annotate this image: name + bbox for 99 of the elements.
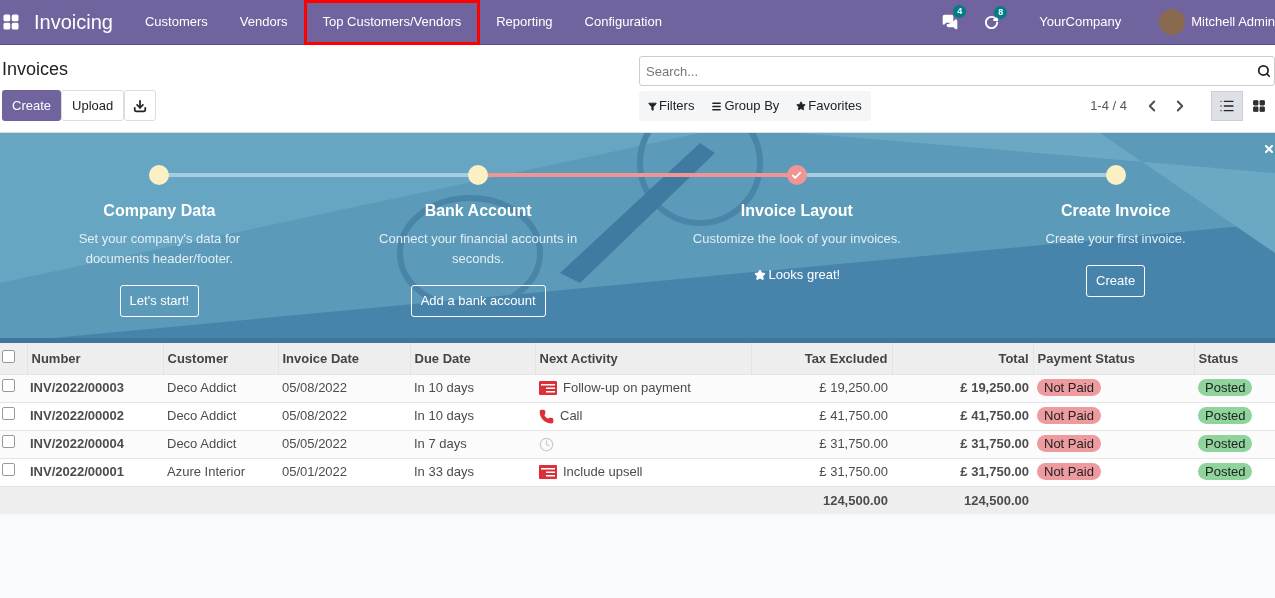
menu-item[interactable]: Customers — [128, 0, 224, 45]
checkbox[interactable] — [2, 379, 15, 393]
filter-dropdown[interactable]: Filters — [648, 96, 695, 116]
phone-icon[interactable] — [539, 408, 554, 424]
column-header[interactable]: Customer — [163, 343, 278, 374]
table-cell: £ 31,750.00 — [751, 430, 892, 458]
star-icon — [796, 101, 807, 111]
table-cell: INV/2022/00003 — [27, 374, 163, 402]
table-cell: £ 31,750.00 — [751, 458, 892, 486]
column-header[interactable]: Invoice Date — [278, 343, 410, 374]
task-list-icon[interactable] — [539, 381, 557, 395]
download-button[interactable] — [124, 90, 157, 121]
activities-button[interactable]: 8 — [984, 5, 1008, 30]
activity-label: Follow-up on payment — [563, 379, 691, 398]
payment-status-badge: Not Paid — [1037, 407, 1101, 425]
count-badge: 8 — [994, 5, 1008, 19]
create-button[interactable]: Create — [2, 90, 62, 121]
table-cell: INV/2022/00002 — [27, 402, 163, 430]
status-badge: Posted — [1198, 407, 1253, 425]
activity-label: Call — [560, 407, 583, 426]
status-badge: Posted — [1198, 435, 1253, 453]
table-cell: Deco Addict — [163, 430, 278, 458]
menu-item[interactable]: Top Customers/Vendors — [303, 0, 481, 45]
table-cell: INV/2022/00004 — [27, 430, 163, 458]
checkbox[interactable] — [2, 463, 15, 477]
step-title: Create Invoice — [1060, 201, 1171, 221]
column-header[interactable]: Number — [27, 343, 163, 374]
page-title: Invoices — [2, 58, 70, 80]
filter-dropdown[interactable]: Favorites — [796, 96, 862, 116]
app-name[interactable]: Invoicing — [34, 7, 113, 37]
table-cell: In 10 days — [410, 402, 535, 430]
search-field[interactable]: Search... — [639, 56, 1275, 86]
total-cell: 124,500.00 — [751, 486, 892, 514]
step-title: Company Data — [103, 201, 216, 221]
pager-value[interactable]: 1-4 / 4 — [1090, 96, 1127, 116]
view-switch-button[interactable] — [1211, 91, 1243, 121]
column-header[interactable]: Due Date — [410, 343, 535, 374]
table-cell: £ 41,750.00 — [892, 402, 1033, 430]
table-cell: INV/2022/00001 — [27, 458, 163, 486]
filter-dropdown[interactable]: Group By — [711, 96, 780, 116]
total-cell: 124,500.00 — [892, 486, 1033, 514]
filter-icon — [648, 101, 657, 111]
upload-button[interactable]: Upload — [61, 90, 125, 121]
menu-item[interactable]: Reporting — [480, 0, 569, 45]
table-cell: In 10 days — [410, 374, 535, 402]
menu-icon — [711, 100, 723, 112]
payment-status-badge: Not Paid — [1037, 463, 1101, 481]
status-badge: Posted — [1198, 379, 1253, 397]
step-status: Looks great! — [768, 266, 841, 284]
table-cell: £ 41,750.00 — [751, 402, 892, 430]
table-cell: £ 31,750.00 — [892, 458, 1033, 486]
table-cell: 05/08/2022 — [278, 402, 410, 430]
activity-icon — [984, 14, 1000, 30]
chat-icon — [942, 14, 959, 30]
step-title: Bank Account — [424, 201, 532, 221]
count-badge: 4 — [953, 5, 967, 18]
table-cell: £ 19,250.00 — [892, 374, 1033, 402]
table-cell: In 7 days — [410, 430, 535, 458]
status-badge: Posted — [1198, 463, 1253, 481]
apps-menu-icon[interactable] — [2, 13, 20, 31]
step-description: Customize the look of your invoices. — [691, 230, 902, 248]
search-icon[interactable] — [1257, 64, 1271, 78]
step-title: Invoice Layout — [740, 201, 853, 221]
list-icon — [1219, 98, 1235, 114]
step-button[interactable]: Create — [1086, 265, 1146, 297]
download-icon — [133, 98, 148, 113]
step-description: Set your company's data for documents header/footer. — [77, 230, 242, 268]
checkbox[interactable] — [2, 349, 15, 363]
activity-label: Include upsell — [563, 463, 643, 482]
company-switcher[interactable]: YourCompany — [1039, 12, 1122, 32]
payment-status-badge: Not Paid — [1037, 435, 1101, 453]
star-icon — [753, 268, 766, 281]
table-cell: Azure Interior — [163, 458, 278, 486]
step-description: Connect your financial accounts in seconds. — [378, 230, 579, 268]
table-cell: £ 31,750.00 — [892, 430, 1033, 458]
checkbox[interactable] — [2, 407, 15, 421]
column-header[interactable]: Status — [1194, 343, 1275, 374]
close-icon[interactable] — [1263, 143, 1275, 155]
checkbox[interactable] — [2, 435, 15, 449]
table-cell: Deco Addict — [163, 374, 278, 402]
table-cell: 05/01/2022 — [278, 458, 410, 486]
payment-status-badge: Not Paid — [1037, 379, 1101, 397]
task-list-icon[interactable] — [539, 465, 557, 479]
user-menu[interactable]: Mitchell Admin — [1191, 12, 1275, 32]
table-cell: 05/08/2022 — [278, 374, 410, 402]
step-description: Create your first invoice. — [1044, 230, 1187, 248]
menu-item[interactable]: Configuration — [568, 0, 678, 45]
table-cell: £ 19,250.00 — [751, 374, 892, 402]
table-cell: In 33 days — [410, 458, 535, 486]
column-header[interactable]: Payment Status — [1033, 343, 1194, 374]
table-cell: 05/05/2022 — [278, 430, 410, 458]
menu-item[interactable]: Vendors — [223, 0, 304, 45]
column-header[interactable]: Tax Excluded — [751, 343, 892, 374]
messages-button[interactable]: 4 — [942, 5, 967, 30]
column-header[interactable]: Total — [892, 343, 1033, 374]
column-header[interactable]: Next Activity — [535, 343, 751, 374]
table-cell: Deco Addict — [163, 402, 278, 430]
grid-icon — [1252, 99, 1266, 113]
step-button[interactable]: Add a bank account — [410, 285, 546, 317]
